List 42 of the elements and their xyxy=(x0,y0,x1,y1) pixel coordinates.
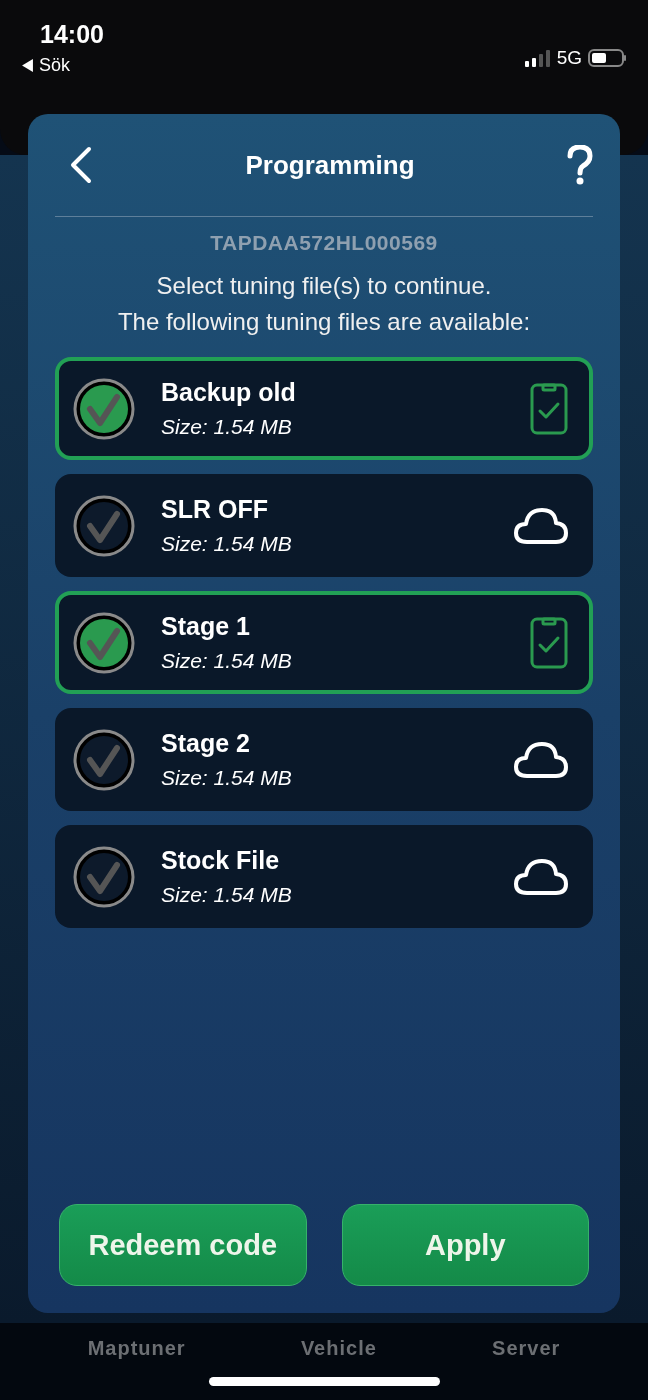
cloud-icon xyxy=(513,505,569,546)
file-item[interactable]: Stage 2 Size: 1.54 MB xyxy=(55,708,593,811)
file-size: Size: 1.54 MB xyxy=(161,649,293,673)
back-link[interactable]: Sök xyxy=(39,55,71,76)
file-size: Size: 1.54 MB xyxy=(161,883,293,907)
network-label: 5G xyxy=(556,47,582,69)
check-circle-icon[interactable] xyxy=(73,377,135,440)
file-name: Stage 1 xyxy=(161,612,251,641)
file-item[interactable]: Stock File Size: 1.54 MB xyxy=(55,825,593,928)
file-item[interactable]: Stage 1 Size: 1.54 MB xyxy=(55,591,593,694)
tab-label[interactable]: Maptuner xyxy=(87,1337,186,1360)
file-size: Size: 1.54 MB xyxy=(161,532,293,556)
back-chevron-icon[interactable] xyxy=(69,146,93,184)
file-name: Backup old xyxy=(161,378,297,407)
signal-icon xyxy=(524,49,551,67)
file-item[interactable]: Backup old Size: 1.54 MB xyxy=(55,357,593,460)
phone-check-icon xyxy=(529,615,569,670)
help-icon[interactable] xyxy=(567,145,593,185)
vin-label: TAPDAA572HL000569 xyxy=(209,231,439,255)
file-name: Stage 2 xyxy=(161,729,251,758)
dialog-title: Programming xyxy=(245,149,415,181)
phone-check-icon xyxy=(529,381,569,436)
dialog-button[interactable]: Redeem code xyxy=(59,1204,307,1286)
instruction-text: The following tuning files are available: xyxy=(116,307,532,337)
clock-time: 14:00 xyxy=(40,20,104,49)
file-name: SLR OFF xyxy=(161,495,269,524)
cloud-icon xyxy=(513,739,569,780)
file-size: Size: 1.54 MB xyxy=(161,766,293,790)
instruction-text: Select tuning file(s) to continue. xyxy=(155,271,493,301)
file-size: Size: 1.54 MB xyxy=(161,415,293,439)
back-triangle-icon[interactable] xyxy=(22,59,33,72)
file-name: Stock File xyxy=(161,846,281,875)
tab-label[interactable]: Vehicle xyxy=(300,1337,377,1360)
file-item[interactable]: SLR OFF Size: 1.54 MB xyxy=(55,474,593,577)
tab-label[interactable]: Server xyxy=(492,1337,561,1360)
dialog-button[interactable]: Apply xyxy=(341,1204,589,1286)
check-circle-icon[interactable] xyxy=(73,728,135,791)
check-circle-icon[interactable] xyxy=(73,845,135,908)
cloud-icon xyxy=(513,856,569,897)
check-circle-icon[interactable] xyxy=(73,611,135,674)
battery-icon xyxy=(588,48,628,68)
check-circle-icon[interactable] xyxy=(73,494,135,557)
